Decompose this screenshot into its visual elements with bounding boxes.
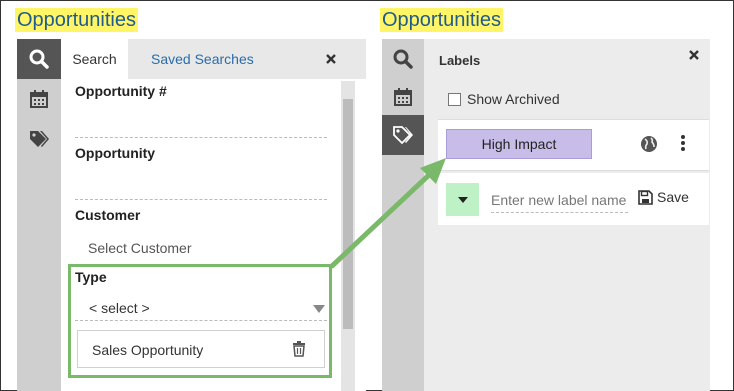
labels-title: Labels	[439, 53, 481, 68]
save-label: Save	[657, 189, 689, 205]
opportunity-label: Opportunity	[75, 145, 156, 161]
close-panel-button[interactable]	[319, 39, 343, 79]
opportunity-number-field[interactable]: Opportunity #	[75, 83, 327, 138]
tab-search[interactable]: Search	[61, 39, 128, 79]
scrollbar-thumb[interactable]	[343, 99, 353, 329]
tags-icon	[393, 126, 413, 145]
labels-panel-body: Labels Show Archived High Impact Enter n…	[424, 39, 710, 391]
opportunity-field[interactable]: Opportunity	[75, 145, 327, 200]
tags-icon	[30, 131, 49, 147]
chevron-down-icon	[457, 196, 468, 203]
left-heading: Opportunities	[15, 8, 138, 32]
rail-tags-button[interactable]	[382, 115, 424, 155]
close-icon	[326, 54, 336, 64]
rail-tags-button[interactable]	[17, 119, 61, 159]
label-menu-button[interactable]	[680, 134, 686, 157]
label-chip[interactable]: High Impact	[446, 129, 592, 159]
calendar-icon	[394, 88, 412, 106]
customer-field[interactable]: Customer Select Customer	[75, 207, 327, 256]
new-label-row: Save	[438, 173, 709, 225]
label-visibility-button[interactable]	[640, 135, 658, 158]
new-label-input[interactable]	[491, 187, 628, 213]
calendar-icon	[30, 90, 48, 108]
opportunity-number-label: Opportunity #	[75, 83, 167, 99]
save-label-button[interactable]: Save	[638, 189, 689, 205]
show-archived-checkbox[interactable]	[448, 92, 461, 106]
save-icon	[638, 189, 653, 205]
field-underline	[75, 137, 327, 138]
type-highlight-box	[68, 264, 332, 378]
rail-search-button[interactable]	[382, 39, 424, 79]
right-heading: Opportunities	[380, 8, 503, 32]
labels-panel: Labels Show Archived High Impact Enter n…	[382, 39, 710, 391]
tab-saved-searches[interactable]: Saved Searches	[151, 39, 254, 79]
label-row: High Impact	[438, 119, 709, 171]
globe-icon	[641, 136, 657, 152]
search-icon	[393, 49, 413, 69]
customer-select[interactable]: Select Customer	[88, 240, 191, 256]
show-archived-toggle[interactable]: Show Archived	[448, 91, 560, 107]
rail-calendar-button[interactable]	[17, 79, 61, 119]
rail-calendar-button[interactable]	[382, 77, 424, 117]
more-vertical-icon	[681, 135, 685, 151]
left-icon-rail	[17, 39, 61, 391]
right-icon-rail	[382, 39, 424, 391]
customer-label: Customer	[75, 207, 141, 223]
search-tabs: Search Saved Searches	[61, 39, 366, 79]
label-color-picker[interactable]	[446, 183, 479, 216]
close-icon	[689, 50, 699, 60]
close-labels-button[interactable]	[686, 47, 702, 63]
rail-search-button[interactable]	[17, 39, 61, 79]
search-icon	[29, 49, 49, 69]
field-underline	[75, 199, 327, 200]
show-archived-label: Show Archived	[467, 91, 560, 107]
